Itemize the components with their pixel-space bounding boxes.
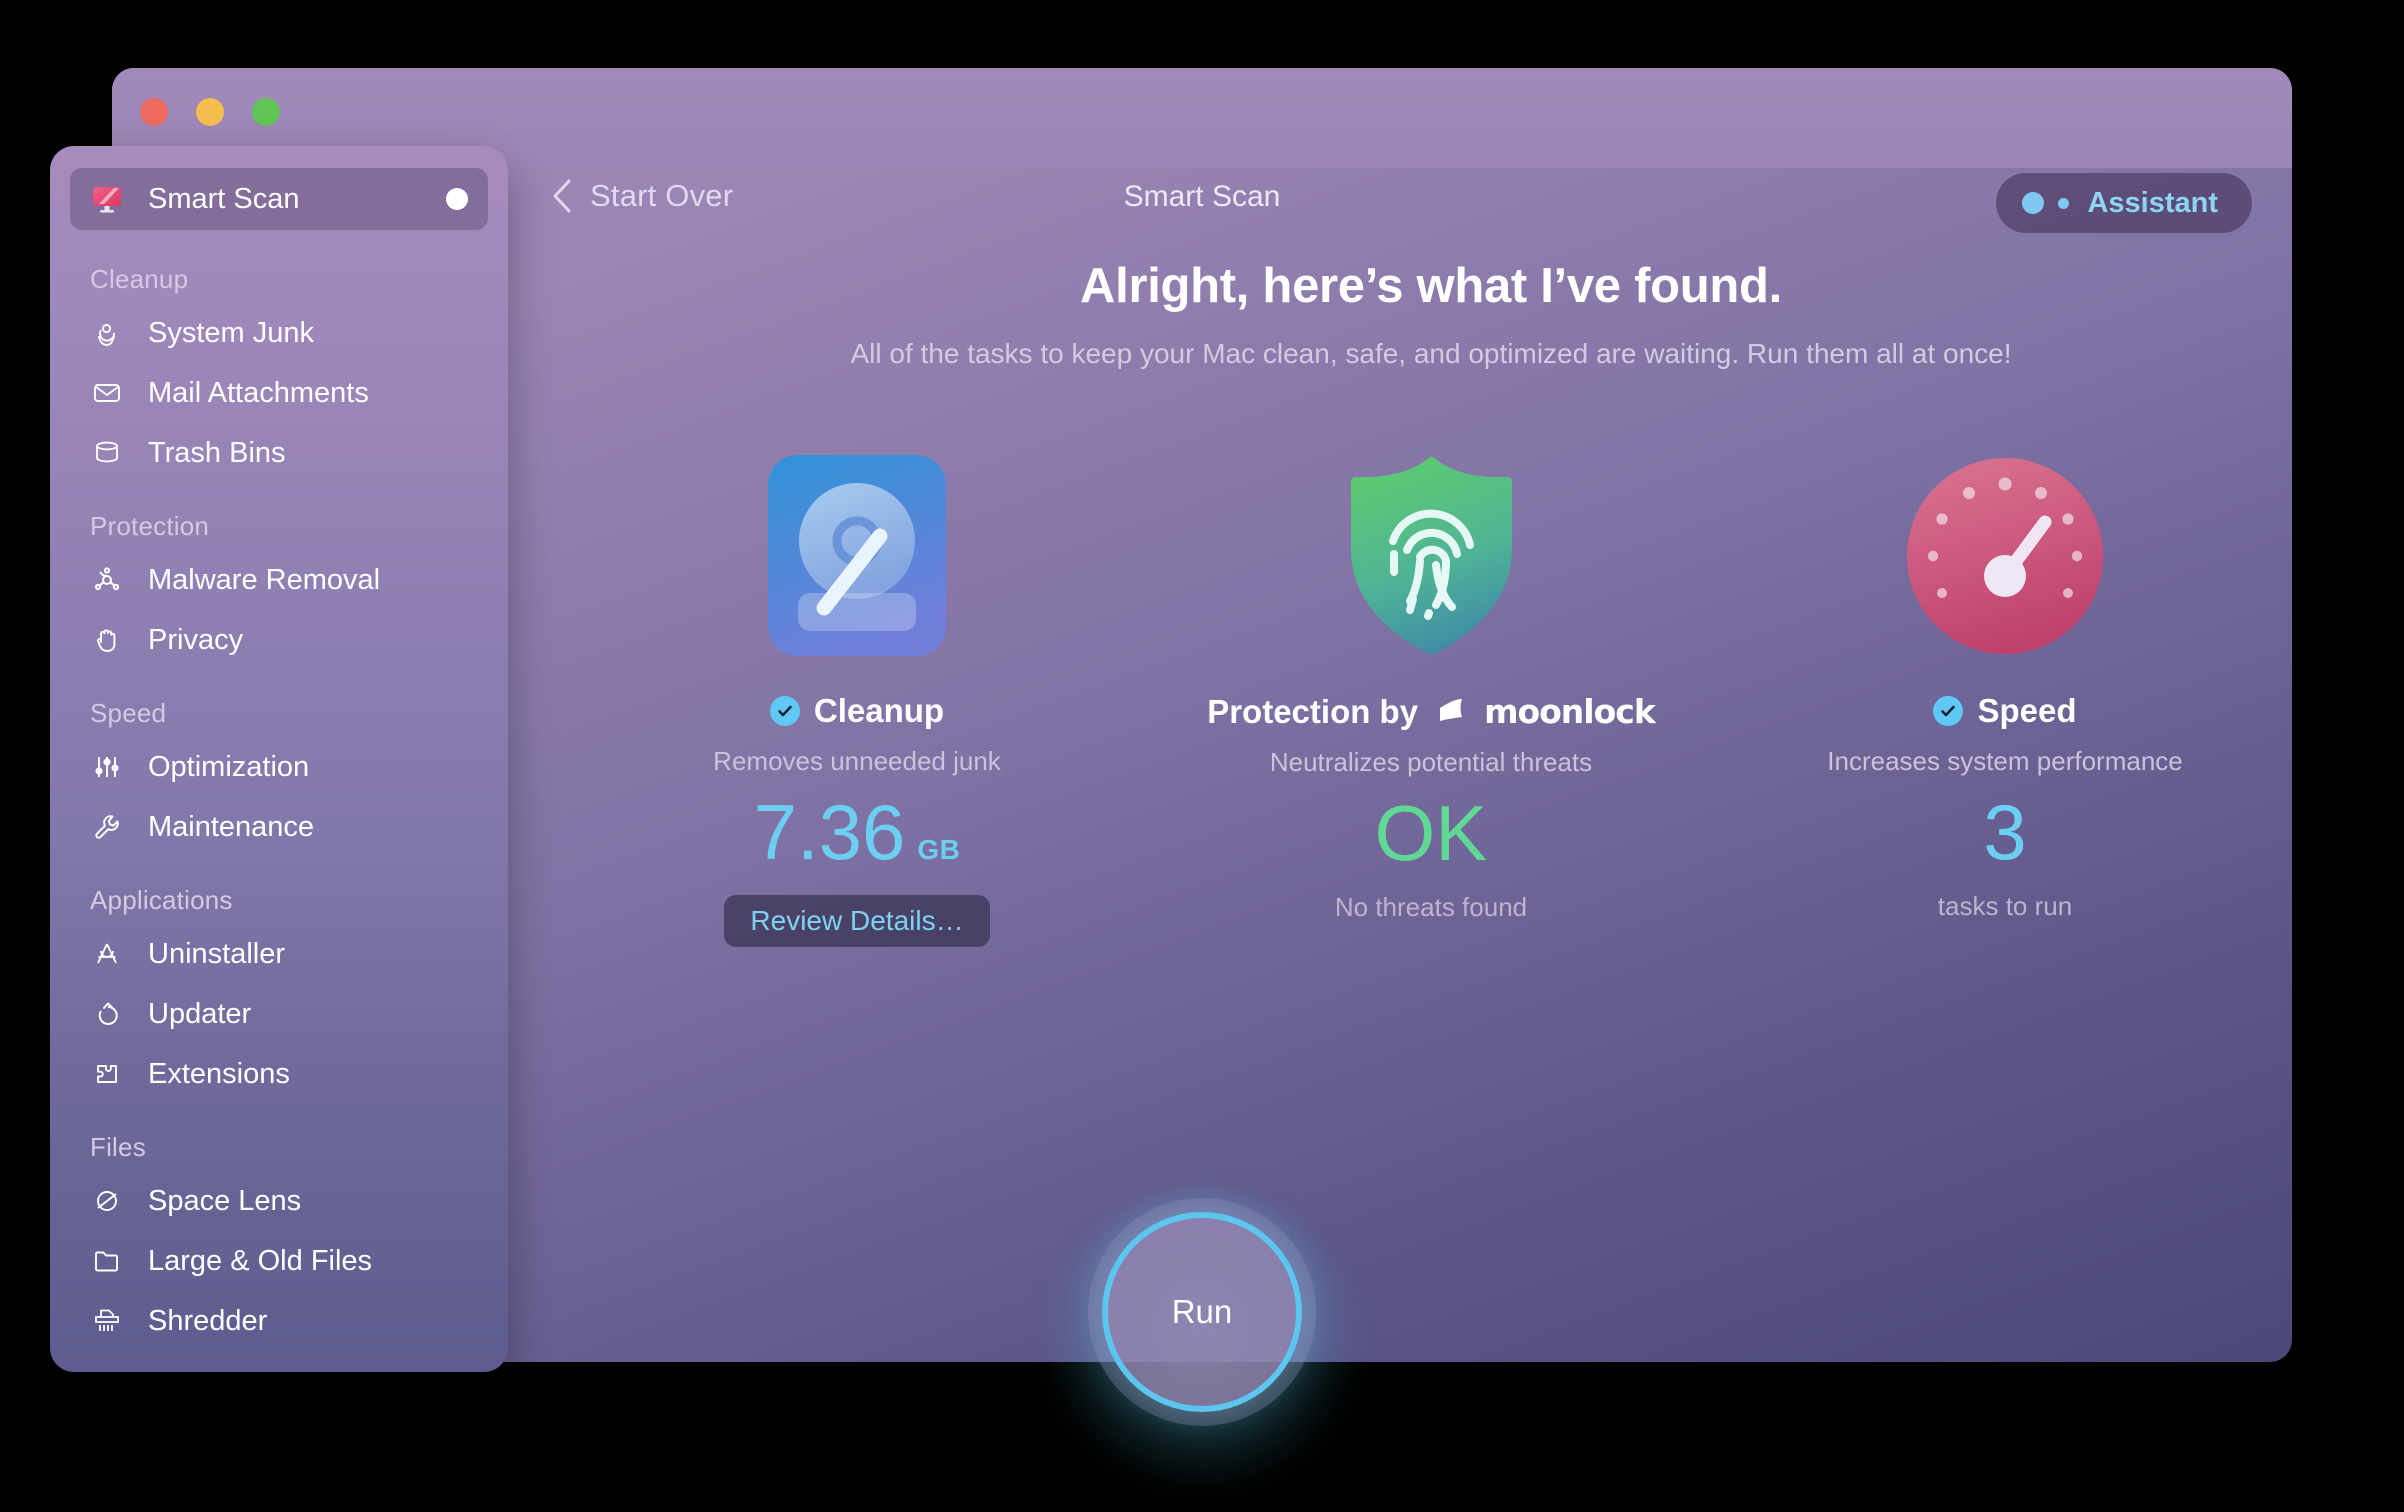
sidebar-item-label: System Junk: [148, 316, 314, 349]
card-subtitle: Removes unneeded junk: [713, 746, 1001, 776]
speedometer-icon: [1905, 453, 2105, 658]
card-speed: Speed Increases system performance 3 tas…: [1725, 453, 2285, 922]
check-circle-icon: [1933, 696, 1964, 726]
review-details-button[interactable]: Review Details…: [724, 895, 990, 947]
card-protection: Protection by moonlock Neutralizes poten…: [1151, 453, 1711, 923]
card-metric: OK: [1375, 794, 1488, 872]
shield-fingerprint-icon: [1339, 453, 1524, 658]
sidebar-group-files: Files: [90, 1132, 146, 1162]
sidebar: Smart Scan Cleanup System Junk Mail Atta…: [50, 146, 508, 1372]
sidebar-item-mail-attachments[interactable]: Mail Attachments: [70, 365, 488, 421]
minimize-window-button[interactable]: [196, 98, 224, 126]
moonlock-mark-icon: [1438, 693, 1472, 731]
biohazard-icon: [90, 563, 124, 597]
sidebar-item-shredder[interactable]: Shredder: [70, 1293, 488, 1349]
card-metric-value: OK: [1374, 789, 1488, 877]
maximize-window-button[interactable]: [252, 98, 280, 126]
traffic-lights: [140, 98, 280, 126]
card-metric-value: 7.36: [753, 788, 906, 876]
card-title-label: Cleanup: [813, 692, 945, 729]
hard-drive-icon: [766, 453, 948, 658]
card-title-speed: Speed: [1933, 692, 2077, 730]
sidebar-item-label: Updater: [148, 997, 252, 1030]
sidebar-item-smart-scan[interactable]: Smart Scan: [70, 168, 488, 230]
sidebar-item-extensions[interactable]: Extensions: [70, 1046, 488, 1102]
card-subtitle: Neutralizes potential threats: [1269, 747, 1593, 777]
sliders-icon: [90, 750, 124, 784]
refresh-arrow-icon: [90, 997, 124, 1031]
sidebar-item-label: Malware Removal: [148, 563, 381, 596]
card-note: tasks to run: [1937, 891, 2073, 921]
card-metric-value: 3: [1983, 788, 2027, 876]
card-subtitle: Increases system performance: [1827, 746, 2183, 776]
moonlock-wordmark: moonlock: [1484, 692, 1656, 731]
card-title-protection: Protection by moonlock: [1207, 692, 1656, 731]
sidebar-item-updater[interactable]: Updater: [70, 986, 488, 1042]
sidebar-group-applications: Applications: [90, 885, 233, 915]
sidebar-item-label: Space Lens: [148, 1184, 302, 1217]
shredder-icon: [90, 1304, 124, 1338]
card-title-label: Speed: [1977, 692, 2077, 729]
hand-icon: [90, 623, 124, 657]
sidebar-item-uninstaller[interactable]: Uninstaller: [70, 926, 488, 982]
sidebar-item-trash-bins[interactable]: Trash Bins: [70, 425, 488, 481]
sidebar-item-malware-removal[interactable]: Malware Removal: [70, 552, 488, 608]
card-metric: 3: [1983, 793, 2026, 871]
sidebar-item-label: Uninstaller: [148, 937, 285, 970]
sidebar-item-label: Extensions: [148, 1057, 290, 1090]
sidebar-item-label: Maintenance: [148, 810, 315, 843]
sidebar-item-label: Large & Old Files: [148, 1244, 373, 1277]
sidebar-group-cleanup: Cleanup: [90, 264, 189, 294]
sidebar-item-label: Trash Bins: [148, 436, 286, 469]
puzzle-piece-icon: [90, 1057, 124, 1091]
run-button[interactable]: Run: [1102, 1212, 1302, 1412]
sidebar-item-optimization[interactable]: Optimization: [70, 739, 488, 795]
app-store-icon: [90, 937, 124, 971]
card-cleanup: Cleanup Removes unneeded junk 7.36 GB Re…: [577, 453, 1137, 947]
sidebar-item-label: Mail Attachments: [148, 376, 369, 409]
headline: Alright, here’s what I’ve found.: [1080, 259, 1782, 313]
sidebar-item-label: Optimization: [148, 750, 310, 783]
card-title-cleanup: Cleanup: [769, 692, 945, 730]
envelope-icon: [90, 376, 124, 410]
sidebar-item-space-lens[interactable]: Space Lens: [70, 1173, 488, 1229]
sidebar-item-privacy[interactable]: Privacy: [70, 612, 488, 668]
main-content: Alright, here’s what I’ve found. All of …: [570, 68, 2292, 1362]
smart-scan-status-dot-icon: [446, 188, 468, 210]
smart-scan-monitor-icon: [90, 182, 124, 216]
check-circle-icon: [769, 696, 800, 726]
card-title-label: Protection by: [1207, 692, 1419, 730]
sidebar-group-protection: Protection: [90, 511, 210, 541]
sidebar-item-large-old-files[interactable]: Large & Old Files: [70, 1233, 488, 1289]
wrench-icon: [90, 810, 124, 844]
card-note: No threats found: [1334, 892, 1528, 922]
broom-icon: [90, 316, 124, 350]
planet-orbit-icon: [90, 1184, 124, 1218]
sidebar-item-system-junk[interactable]: System Junk: [70, 305, 488, 361]
trash-bin-icon: [90, 436, 124, 470]
sidebar-item-label: Privacy: [148, 623, 244, 656]
sidebar-item-label: Shredder: [148, 1304, 268, 1337]
card-metric: 7.36 GB: [754, 793, 961, 871]
moonlock-brand: moonlock: [1438, 692, 1656, 731]
result-cards: Cleanup Removes unneeded junk 7.36 GB Re…: [570, 453, 2292, 947]
card-metric-unit: GB: [917, 834, 961, 865]
sidebar-group-speed: Speed: [90, 698, 167, 728]
sidebar-item-label: Smart Scan: [148, 182, 300, 215]
subheadline: All of the tasks to keep your Mac clean,…: [850, 338, 2012, 369]
close-window-button[interactable]: [140, 98, 168, 126]
app-window: Start Over Smart Scan Assistant Smart Sc…: [50, 68, 2292, 1372]
sidebar-item-maintenance[interactable]: Maintenance: [70, 799, 488, 855]
folder-icon: [90, 1244, 124, 1278]
